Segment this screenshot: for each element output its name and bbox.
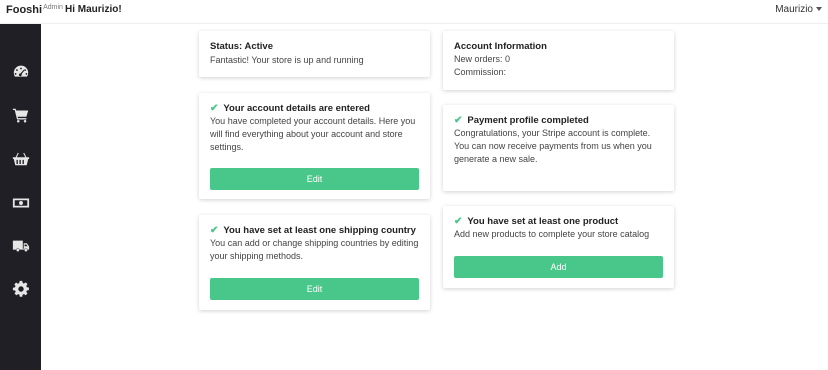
sidebar-item-shipping[interactable] [0, 233, 41, 259]
product-title: ✔ You have set at least one product [454, 216, 619, 227]
account-info-card: Account Information New orders: 0 Commis… [443, 31, 674, 90]
money-icon [12, 198, 29, 208]
top-bar: FooshiAdmin Hi Maurizio! Maurizio [0, 0, 828, 24]
account-details-card: ✔ Your account details are entered You ha… [199, 93, 430, 199]
sidebar-item-dashboard[interactable] [0, 58, 41, 84]
account-info-title: Account Information [454, 41, 547, 52]
add-product-button[interactable]: Add [454, 256, 663, 278]
status-title: Status: Active [210, 41, 273, 52]
sidebar-item-products[interactable] [0, 146, 41, 172]
basket-icon [12, 152, 29, 166]
check-icon: ✔ [454, 115, 463, 126]
account-details-text: You have completed your account details.… [210, 116, 416, 152]
payment-card: ✔ Payment profile completed Congratulatio… [443, 105, 674, 191]
brand-sub: Admin [43, 4, 63, 11]
product-text: Add new products to complete your store … [454, 229, 650, 239]
gear-icon [12, 280, 29, 297]
status-card: Status: Active Fantastic! Your store is … [199, 31, 430, 77]
check-icon: ✔ [210, 103, 219, 114]
edit-shipping-button[interactable]: Edit [210, 278, 419, 300]
check-icon: ✔ [454, 216, 463, 227]
status-text: Fantastic! Your store is up and running [210, 55, 364, 65]
cart-icon [12, 108, 28, 123]
payment-text: Congratulations, your Stripe account is … [454, 128, 652, 164]
account-details-title: ✔ Your account details are entered [210, 103, 370, 114]
shipping-card: ✔ You have set at least one shipping coun… [199, 215, 430, 310]
edit-account-button[interactable]: Edit [210, 168, 419, 190]
new-orders-text: New orders: 0 [454, 54, 511, 64]
greeting: Hi Maurizio! [65, 4, 122, 15]
check-icon: ✔ [210, 225, 219, 236]
shipping-text: You can add or change shipping countries… [210, 238, 419, 261]
sidebar [0, 24, 41, 370]
commission-text: Commission: [454, 67, 507, 77]
shipping-title: ✔ You have set at least one shipping coun… [210, 225, 416, 236]
chevron-down-icon [816, 7, 822, 12]
truck-icon [12, 240, 29, 252]
user-menu[interactable]: Maurizio [775, 4, 822, 15]
user-name: Maurizio [775, 4, 813, 15]
sidebar-item-settings[interactable] [0, 276, 41, 302]
sidebar-item-orders[interactable] [0, 102, 41, 128]
brand-logo[interactable]: FooshiAdmin [6, 4, 63, 16]
payment-title: ✔ Payment profile completed [454, 115, 589, 126]
dashboard-icon [13, 65, 28, 77]
sidebar-item-payments[interactable] [0, 190, 41, 216]
product-card: ✔ You have set at least one product Add n… [443, 206, 674, 288]
